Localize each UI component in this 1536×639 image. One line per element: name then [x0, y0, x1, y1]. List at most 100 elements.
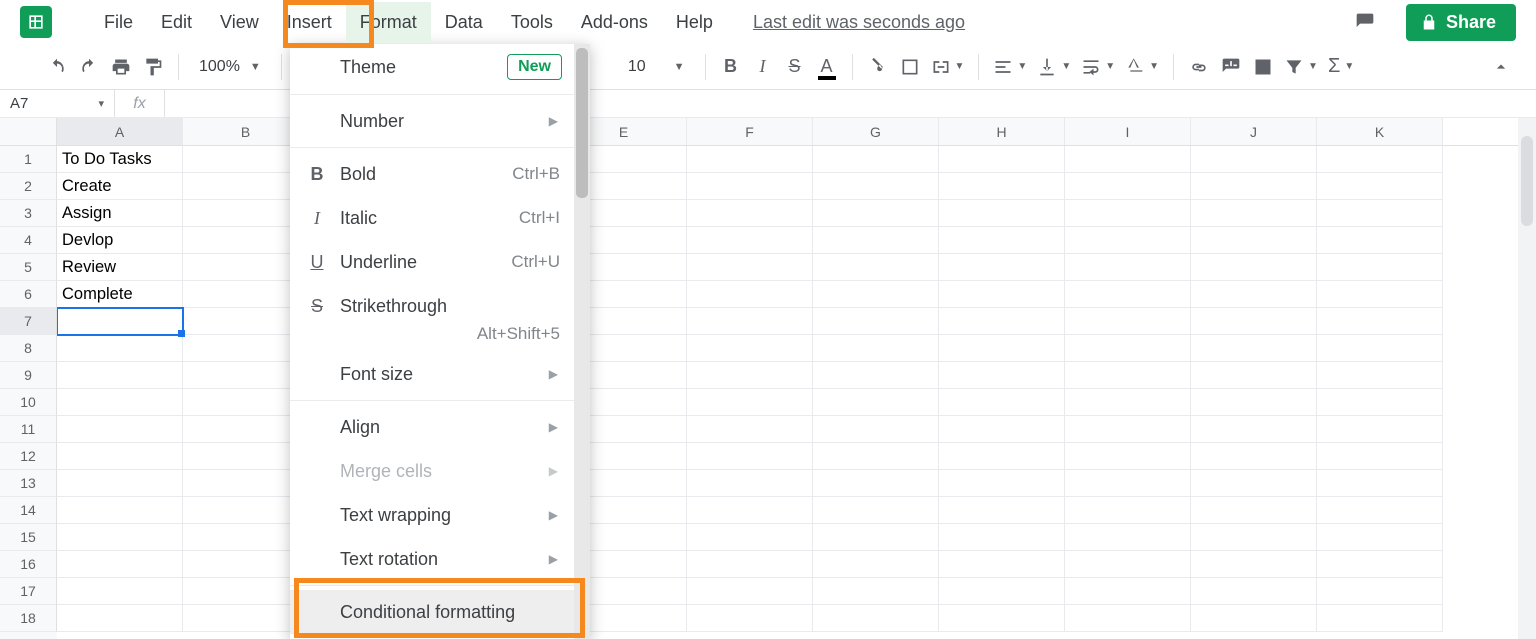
italic-button[interactable]: I	[748, 52, 778, 82]
cell[interactable]	[1065, 254, 1191, 281]
cell[interactable]	[939, 524, 1065, 551]
cell[interactable]	[1317, 416, 1443, 443]
cell[interactable]	[939, 227, 1065, 254]
row-header[interactable]: 16	[0, 551, 57, 578]
cell[interactable]	[1317, 308, 1443, 335]
cell[interactable]	[687, 281, 813, 308]
print-button[interactable]	[106, 52, 136, 82]
menu-bold[interactable]: B Bold Ctrl+B	[290, 152, 590, 196]
cell[interactable]	[813, 551, 939, 578]
cell[interactable]: Create	[57, 173, 183, 200]
cell[interactable]	[939, 308, 1065, 335]
cell[interactable]	[1191, 362, 1317, 389]
menu-font-size[interactable]: Font size ▶	[290, 352, 590, 396]
menu-italic[interactable]: I Italic Ctrl+I	[290, 196, 590, 240]
cell[interactable]	[687, 227, 813, 254]
menu-strikethrough[interactable]: S Strikethrough	[290, 284, 590, 328]
row-header[interactable]: 1	[0, 146, 57, 173]
cell[interactable]	[57, 443, 183, 470]
cell[interactable]	[1065, 551, 1191, 578]
cell[interactable]	[57, 335, 183, 362]
cell[interactable]	[687, 146, 813, 173]
cell[interactable]	[939, 254, 1065, 281]
cell[interactable]	[1065, 146, 1191, 173]
cell[interactable]	[1191, 389, 1317, 416]
menu-scrollbar[interactable]	[574, 44, 590, 639]
row-header[interactable]: 14	[0, 497, 57, 524]
column-header[interactable]: H	[939, 118, 1065, 145]
cell[interactable]	[813, 443, 939, 470]
vertical-align-button[interactable]: ▼	[1033, 52, 1075, 82]
cell[interactable]	[813, 146, 939, 173]
cell[interactable]	[1317, 470, 1443, 497]
row-header[interactable]: 18	[0, 605, 57, 632]
cell[interactable]	[687, 335, 813, 362]
share-button[interactable]: Share	[1406, 4, 1516, 41]
menu-add-ons[interactable]: Add-ons	[567, 2, 662, 43]
fill-color-button[interactable]	[863, 52, 893, 82]
cell[interactable]	[1317, 389, 1443, 416]
cell[interactable]: Complete	[57, 281, 183, 308]
cell[interactable]	[1065, 605, 1191, 632]
cell[interactable]	[57, 551, 183, 578]
spreadsheet-grid[interactable]: 123456789101112131415161718 ABCDEFGHIJK …	[0, 118, 1536, 639]
column-header[interactable]: J	[1191, 118, 1317, 145]
row-header[interactable]: 6	[0, 281, 57, 308]
text-rotation-button[interactable]: ▼	[1121, 52, 1163, 82]
cell[interactable]	[813, 281, 939, 308]
cell[interactable]	[1065, 578, 1191, 605]
borders-button[interactable]	[895, 52, 925, 82]
column-header[interactable]: G	[813, 118, 939, 145]
cell[interactable]	[1191, 551, 1317, 578]
cell[interactable]	[687, 497, 813, 524]
menu-insert[interactable]: Insert	[273, 2, 346, 43]
row-header[interactable]: 15	[0, 524, 57, 551]
cell[interactable]	[939, 551, 1065, 578]
cell[interactable]	[813, 254, 939, 281]
column-header[interactable]: A	[57, 118, 183, 145]
row-header[interactable]: 2	[0, 173, 57, 200]
insert-chart-button[interactable]	[1248, 52, 1278, 82]
cell[interactable]	[813, 470, 939, 497]
bold-button[interactable]: B	[716, 52, 746, 82]
merge-cells-button[interactable]: ▼	[927, 52, 969, 82]
cell[interactable]	[57, 362, 183, 389]
cell[interactable]	[687, 551, 813, 578]
cell[interactable]	[939, 146, 1065, 173]
cell[interactable]	[813, 578, 939, 605]
cell[interactable]	[687, 362, 813, 389]
cell[interactable]	[813, 524, 939, 551]
cell[interactable]	[1065, 470, 1191, 497]
cell[interactable]	[1191, 497, 1317, 524]
cell[interactable]	[687, 389, 813, 416]
cell[interactable]	[1317, 200, 1443, 227]
row-header[interactable]: 17	[0, 578, 57, 605]
cell[interactable]	[939, 497, 1065, 524]
cell[interactable]	[57, 524, 183, 551]
cell[interactable]	[1191, 470, 1317, 497]
font-size-select[interactable]: 10▼	[618, 58, 695, 76]
row-header[interactable]: 7	[0, 308, 57, 335]
cell[interactable]	[1065, 443, 1191, 470]
cell[interactable]	[1191, 308, 1317, 335]
menu-format[interactable]: Format	[346, 2, 431, 43]
menu-file[interactable]: File	[90, 2, 147, 43]
cell[interactable]	[1065, 524, 1191, 551]
cell[interactable]	[1191, 524, 1317, 551]
cell[interactable]	[1191, 281, 1317, 308]
cell[interactable]	[939, 173, 1065, 200]
cell[interactable]	[1065, 362, 1191, 389]
cell[interactable]	[687, 578, 813, 605]
cell[interactable]	[813, 200, 939, 227]
cell[interactable]	[1191, 578, 1317, 605]
redo-button[interactable]	[74, 52, 104, 82]
functions-button[interactable]: Σ▼	[1324, 52, 1358, 82]
cell[interactable]	[1065, 389, 1191, 416]
menu-number[interactable]: Number ▶	[290, 99, 590, 143]
cell[interactable]	[57, 389, 183, 416]
cell[interactable]: Assign	[57, 200, 183, 227]
cell[interactable]	[1317, 497, 1443, 524]
cell[interactable]	[1191, 227, 1317, 254]
insert-comment-button[interactable]	[1216, 52, 1246, 82]
menu-data[interactable]: Data	[431, 2, 497, 43]
